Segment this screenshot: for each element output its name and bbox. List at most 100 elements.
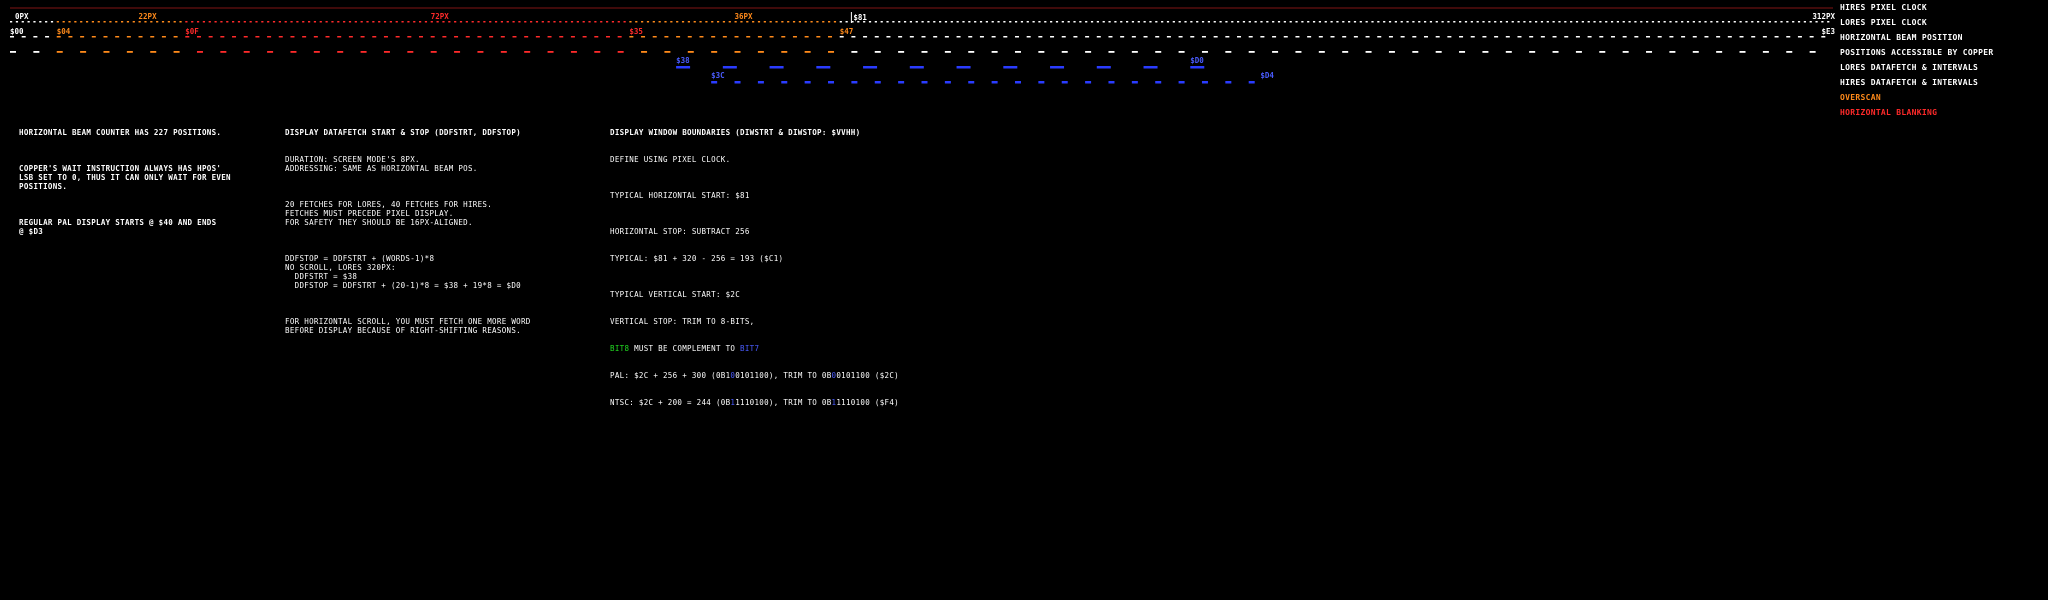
hires-clock-tick (459, 21, 463, 23)
hires-clock-tick (1482, 21, 1485, 23)
px-label: 0PX (15, 12, 29, 21)
hires-clock-tick (1605, 21, 1608, 23)
lores-clock-tick (313, 36, 318, 38)
hires-clock-tick (1196, 21, 1199, 23)
hires-clock-tick (39, 21, 42, 23)
hires-clock-tick (1348, 21, 1351, 23)
hires-clock-tick (1242, 21, 1246, 23)
hires-clock-tick (261, 21, 264, 23)
hires-clock-tick (991, 21, 994, 23)
lores-clock-tick (1201, 36, 1206, 38)
hires-fetch-mark (1108, 81, 1115, 84)
hires-clock-tick (1190, 21, 1193, 23)
beam-position-tick (1809, 51, 1816, 53)
hires-clock-tick (1657, 21, 1660, 23)
lores-clock-tick (851, 36, 856, 38)
hires-clock-tick (1704, 21, 1707, 23)
hires-fetch-mark (1038, 81, 1045, 84)
beam-position-tick (547, 51, 554, 53)
lores-clock-tick (1353, 36, 1358, 38)
legend-overscan: OVERSCAN (1840, 93, 1881, 102)
hires-clock-tick (74, 21, 77, 23)
beam-position-tick (570, 51, 577, 53)
hires-clock-tick (886, 21, 889, 23)
lores-clock-tick (1564, 36, 1569, 38)
hires-clock-tick (1272, 21, 1275, 23)
beam-position-tick (1786, 51, 1793, 53)
bit8-label: BIT8 (610, 344, 630, 353)
hires-clock-tick (1470, 21, 1473, 23)
lores-clock-tick (1096, 36, 1101, 38)
notes-beam-counter: HORIZONTAL BEAM COUNTER HAS 227 POSITION… (19, 110, 231, 254)
hires-clock-tick (822, 21, 825, 23)
lores-clock-tick (395, 36, 400, 38)
hires-clock-tick (121, 21, 124, 23)
lores-clock-tick (863, 36, 868, 38)
beam-position-tick (10, 51, 16, 53)
hires-clock-tick (1400, 21, 1403, 23)
hires-clock-tick (1505, 21, 1508, 23)
hires-clock-tick (1762, 21, 1766, 23)
lores-clock-tick (243, 36, 248, 38)
hires-clock-tick (1523, 21, 1526, 23)
hires-fetch-mark (968, 81, 975, 84)
lores-clock-tick (196, 36, 201, 38)
hires-clock-tick (1318, 21, 1322, 23)
hires-clock-tick (565, 21, 568, 23)
note-window-pal: PAL: $2C + 256 + 300 (0B100101100), TRIM… (610, 371, 899, 380)
hires-clock-tick (1120, 21, 1123, 23)
beam-position-tick (1131, 51, 1138, 53)
lores-clock-tick (547, 36, 552, 38)
hires-clock-tick (611, 21, 615, 23)
hires-clock-tick (1429, 21, 1433, 23)
hires-clock-tick (530, 21, 533, 23)
lores-clock-tick (1073, 36, 1078, 38)
lores-clock-tick (91, 36, 96, 38)
hires-clock-tick (962, 21, 965, 23)
hires-clock-tick (1161, 21, 1164, 23)
hires-clock-tick (378, 21, 381, 23)
lores-fetch-mark (769, 66, 784, 69)
hires-clock-tick (1803, 21, 1806, 23)
beam-position-tick (220, 51, 227, 53)
hires-clock-tick (582, 21, 585, 23)
beam-position-tick (1575, 51, 1582, 53)
beam-position-tick (103, 51, 110, 53)
hires-clock-tick (1797, 21, 1801, 23)
hires-clock-tick (1646, 21, 1649, 23)
hires-clock-tick (670, 21, 673, 23)
hires-clock-tick (1453, 21, 1456, 23)
hires-clock-tick (833, 21, 837, 23)
hires-clock-tick (927, 21, 930, 23)
hires-clock-tick (535, 21, 539, 23)
hires-clock-tick (1330, 21, 1333, 23)
hires-clock-tick (1587, 21, 1590, 23)
beam-position-tick (290, 51, 297, 53)
hires-clock-tick (1050, 21, 1053, 23)
beam-position-tick (1178, 51, 1185, 53)
lores-clock-tick (150, 36, 155, 38)
beam-position-tick (617, 51, 624, 53)
hires-clock-tick (1710, 21, 1713, 23)
hires-fetch-mark (1155, 81, 1162, 84)
hires-clock-tick (471, 21, 474, 23)
hires-clock-tick (85, 21, 89, 23)
lores-clock-tick (570, 36, 575, 38)
lores-clock-tick (1014, 36, 1019, 38)
hires-clock-tick (1616, 21, 1620, 23)
hires-clock-tick (553, 21, 556, 23)
hires-clock-tick (874, 21, 877, 23)
lores-clock-tick (559, 36, 564, 38)
hires-clock-tick (161, 21, 165, 23)
beam-position-tick (804, 51, 811, 53)
hires-clock-tick (500, 21, 504, 23)
lores-clock-tick (722, 36, 727, 38)
hires-clock-tick (1178, 21, 1181, 23)
hires-clock-tick (1593, 21, 1596, 23)
hires-clock-tick (267, 21, 270, 23)
hires-clock-tick (1406, 21, 1409, 23)
hires-fetch-mark (828, 81, 835, 84)
lores-clock-tick (1026, 36, 1031, 38)
lores-fetch-mark (1143, 66, 1158, 69)
hires-clock-tick (1809, 21, 1812, 23)
